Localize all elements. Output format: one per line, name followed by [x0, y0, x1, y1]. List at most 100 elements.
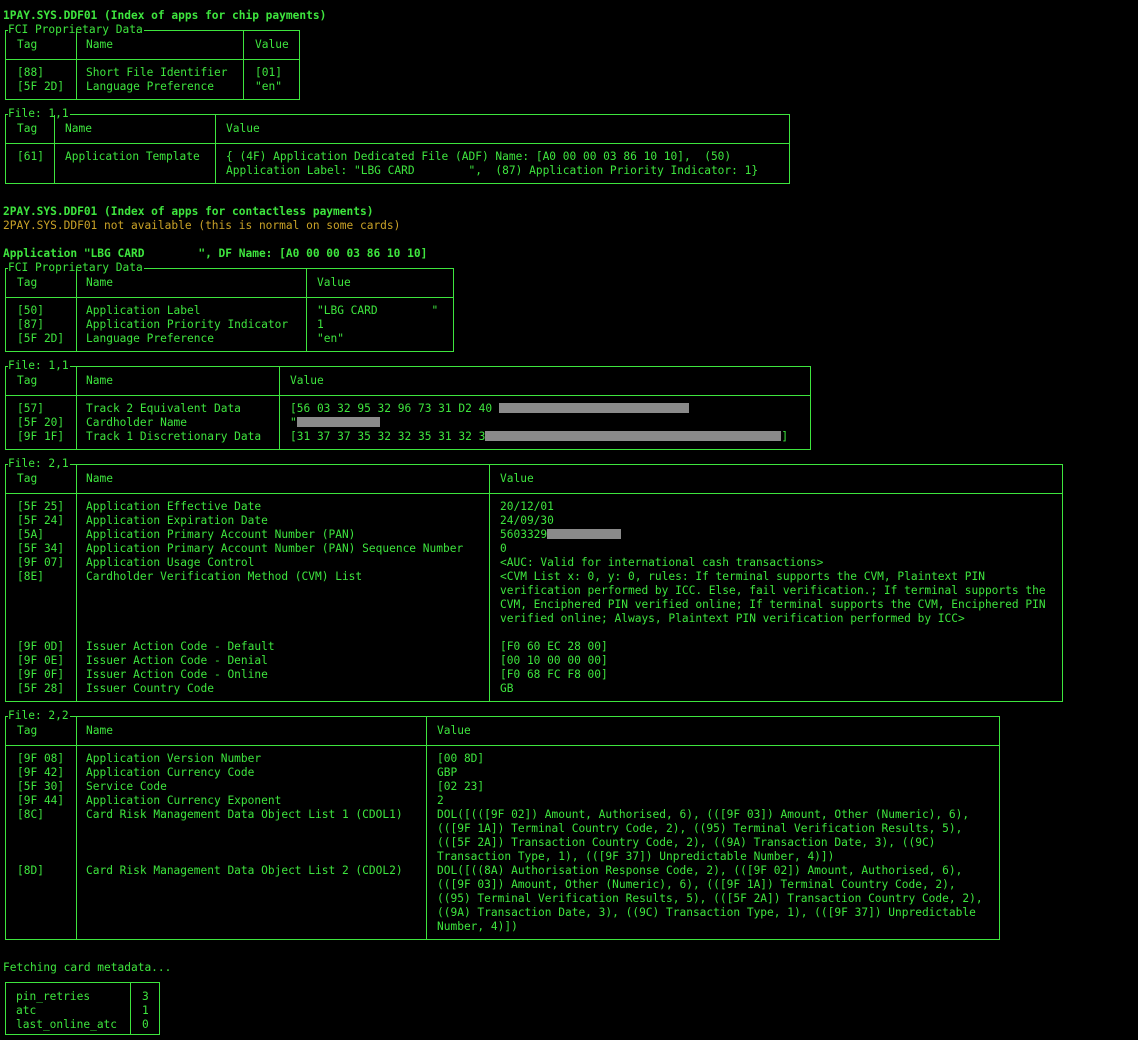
row-value-track1: [31 37 37 35 32 32 35 31 32 3] [290, 430, 789, 443]
meta-key: pin_retries [16, 990, 91, 1003]
row-value: [00 10 00 00 00] [500, 654, 608, 667]
row-tag: [8C] [17, 808, 44, 821]
application-title: Application "LBG CARD ", DF Name: [A0 00… [3, 247, 428, 260]
col-header-name: Name [65, 122, 92, 135]
row-value: "LBG CARD " [317, 304, 439, 317]
row-tag: [5A] [17, 528, 44, 541]
row-tag: [8E] [17, 570, 44, 583]
row-tag: [5F 20] [17, 416, 65, 429]
row-tag: [87] [17, 318, 44, 331]
col-header-tag: Tag [17, 724, 38, 737]
row-value-continued: Application Label: "LBG CARD ", (87) App… [226, 164, 759, 177]
row-value: [02 23] [437, 780, 485, 793]
row-value-cvm-list: <CVM List x: 0, y: 0, rules: If terminal… [500, 570, 1046, 625]
col-header-tag: Tag [17, 38, 38, 51]
card-metadata-table: pin_retries 3 atc 1 last_online_atc 0 [5, 982, 160, 1035]
row-name: Application Priority Indicator [86, 318, 289, 331]
col-header-name: Name [86, 276, 113, 289]
fci-table-application: FCI Proprietary Data Tag Name Value [50]… [5, 261, 454, 352]
row-tag: [50] [17, 304, 44, 317]
row-name: Issuer Action Code - Default [86, 640, 275, 653]
row-tag: [9F 1F] [17, 430, 65, 443]
row-tag: [5F 30] [17, 780, 65, 793]
row-name: Application Version Number [86, 752, 262, 765]
row-value: "en" [317, 332, 344, 345]
col-header-value: Value [226, 122, 260, 135]
row-tag: [5F 25] [17, 500, 65, 513]
row-value: [01] [255, 66, 282, 79]
row-name: Issuer Action Code - Online [86, 668, 268, 681]
row-name: Language Preference [86, 80, 214, 93]
col-header-name: Name [86, 38, 113, 51]
section-title-contactless: 2PAY.SYS.DDF01 (Index of apps for contac… [3, 205, 374, 218]
row-value: [F0 68 FC F8 00] [500, 668, 608, 681]
row-tag: [8D] [17, 864, 44, 877]
row-tag: [9F 0D] [17, 640, 65, 653]
row-tag: [5F 2D] [17, 332, 65, 345]
row-name: Application Currency Code [86, 766, 255, 779]
row-tag: [57] [17, 402, 44, 415]
col-header-tag: Tag [17, 122, 38, 135]
row-name: Application Usage Control [86, 556, 255, 569]
row-tag: [5F 28] [17, 682, 65, 695]
section-title-ppse: 1PAY.SYS.DDF01 (Index of apps for chip p… [3, 9, 327, 22]
meta-value: 3 [142, 990, 149, 1003]
row-value-cdol1: DOL([(([9F 02]) Amount, Authorised, 6), … [437, 808, 970, 863]
row-name: Application Primary Account Number (PAN) [86, 528, 356, 541]
row-name: Application Currency Exponent [86, 794, 282, 807]
row-tag: [5F 24] [17, 514, 65, 527]
row-name: Track 2 Equivalent Data [86, 402, 241, 415]
row-name: Issuer Country Code [86, 682, 214, 695]
row-value: GBP [437, 766, 458, 779]
col-header-value: Value [500, 472, 534, 485]
row-value-cardholder: " [290, 416, 380, 430]
row-value: "en" [255, 80, 282, 93]
file-table-1-1-ppse: File: 1,1 Tag Name Value [61] Applicatio… [5, 107, 790, 184]
row-value: 1 [317, 318, 324, 331]
row-name: Short File Identifier [86, 66, 228, 79]
row-name: Service Code [86, 780, 167, 793]
row-value: 2 [437, 794, 444, 807]
col-header-tag: Tag [17, 276, 38, 289]
row-name: Cardholder Name [86, 416, 188, 429]
row-tag: [9F 08] [17, 752, 65, 765]
redacted-block [498, 403, 689, 413]
col-header-value: Value [437, 724, 471, 737]
row-tag: [88] [17, 66, 44, 79]
row-tag: [5F 2D] [17, 80, 65, 93]
col-header-name: Name [86, 472, 113, 485]
row-value: 24/09/30 [500, 514, 554, 527]
row-name: Application Expiration Date [86, 514, 268, 527]
row-value: [F0 60 EC 28 00] [500, 640, 608, 653]
row-value-track2: [56 03 32 95 32 96 73 31 D2 40 [290, 402, 689, 416]
row-tag: [9F 07] [17, 556, 65, 569]
redacted-block [485, 431, 782, 441]
row-value: 20/12/01 [500, 500, 554, 513]
row-name: Application Effective Date [86, 500, 262, 513]
row-value: { (4F) Application Dedicated File (ADF) … [226, 150, 732, 163]
row-value-pan: 5603329 [500, 528, 622, 542]
row-tag: [61] [17, 150, 44, 163]
row-name: Application Label [86, 304, 201, 317]
file-table-1-1-application: File: 1,1 Tag Name Value [57] Track 2 Eq… [5, 359, 811, 450]
meta-value: 1 [142, 1004, 149, 1017]
redacted-block [296, 417, 380, 427]
row-name: Application Template [65, 150, 200, 163]
row-value: <AUC: Valid for international cash trans… [500, 556, 824, 569]
row-value: [00 8D] [437, 752, 485, 765]
file-table-2-1: File: 2,1 Tag Name Value [5F 25] Applica… [5, 457, 1063, 702]
row-name: Language Preference [86, 332, 214, 345]
row-tag: [9F 0E] [17, 654, 65, 667]
contactless-status-message: 2PAY.SYS.DDF01 not available (this is no… [3, 219, 401, 232]
col-header-value: Value [255, 38, 289, 51]
row-tag: [5F 34] [17, 542, 65, 555]
fci-table-ppse: FCI Proprietary Data Tag Name Value [88]… [5, 23, 300, 100]
meta-value: 0 [142, 1018, 149, 1031]
row-name: Issuer Action Code - Denial [86, 654, 268, 667]
col-header-value: Value [290, 374, 324, 387]
fetching-status-message: Fetching card metadata... [3, 961, 172, 974]
row-name: Application Primary Account Number (PAN)… [86, 542, 464, 555]
row-value: GB [500, 682, 514, 695]
row-name: Cardholder Verification Method (CVM) Lis… [86, 570, 363, 583]
row-tag: [9F 0F] [17, 668, 65, 681]
